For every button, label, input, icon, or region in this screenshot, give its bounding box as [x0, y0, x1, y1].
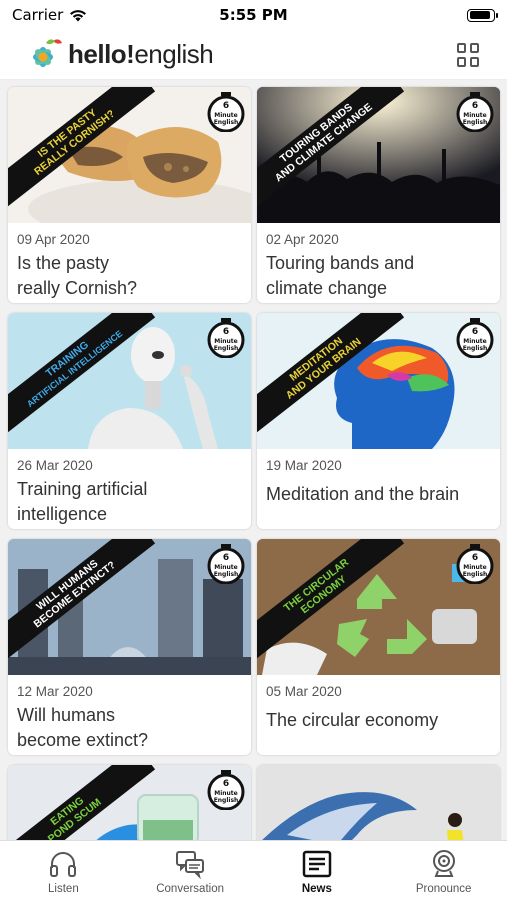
- svg-text:English: English: [463, 119, 488, 126]
- article-title: Is the pasty really Cornish?: [17, 253, 138, 298]
- article-date: 02 Apr 2020: [266, 232, 339, 247]
- svg-text:6: 6: [223, 327, 229, 337]
- svg-text:Minute: Minute: [463, 112, 487, 119]
- six-minute-english-badge-icon: 6 Minute English: [456, 318, 494, 358]
- bottom-tab-bar: Listen Conversation News Pronounce: [0, 840, 507, 900]
- status-time: 5:55 PM: [219, 6, 288, 24]
- svg-text:Minute: Minute: [214, 338, 238, 345]
- six-minute-english-badge-icon: 6 Minute English: [207, 544, 245, 584]
- wifi-icon: [70, 9, 87, 21]
- tab-news[interactable]: News: [254, 841, 381, 900]
- svg-text:Minute: Minute: [214, 790, 238, 797]
- news-feed[interactable]: IS THE PASTY REALLY CORNISH? 6 Minute En…: [0, 80, 507, 840]
- svg-text:Minute: Minute: [463, 338, 487, 345]
- news-card[interactable]: EATING POND SCUM 6 Minute English: [8, 765, 251, 840]
- six-minute-english-badge-icon: 6 Minute English: [456, 544, 494, 584]
- news-card[interactable]: IS THE PASTY REALLY CORNISH? 6 Minute En…: [8, 87, 251, 303]
- svg-text:English: English: [214, 797, 239, 804]
- news-card[interactable]: MEDITATION AND YOUR BRAIN 6 Minute Engli…: [257, 313, 500, 529]
- svg-text:Minute: Minute: [214, 564, 238, 571]
- chat-bubbles-icon: [176, 851, 205, 880]
- svg-text:English: English: [463, 345, 488, 352]
- tab-listen[interactable]: Listen: [0, 841, 127, 900]
- six-minute-english-badge-icon: 6 Minute English: [207, 770, 245, 810]
- svg-text:English: English: [214, 345, 239, 352]
- headphones-icon: [50, 852, 77, 877]
- news-card[interactable]: TOURING BANDS AND CLIMATE CHANGE 6 Minut…: [257, 87, 500, 303]
- svg-text:Minute: Minute: [463, 564, 487, 571]
- svg-text:6: 6: [223, 779, 229, 789]
- webcam-icon: [432, 850, 455, 877]
- article-date: 05 Mar 2020: [266, 684, 342, 699]
- app-header: hello!english: [0, 30, 507, 80]
- six-minute-english-badge-icon: 6 Minute English: [207, 92, 245, 132]
- article-date: 12 Mar 2020: [17, 684, 93, 699]
- svg-text:6: 6: [223, 553, 229, 563]
- article-date: 26 Mar 2020: [17, 458, 93, 473]
- svg-text:6: 6: [472, 553, 478, 563]
- article-title: Will humans become extinct?: [17, 705, 149, 750]
- article-date: 09 Apr 2020: [17, 232, 90, 247]
- svg-text:English: English: [214, 119, 239, 126]
- news-card[interactable]: TRAINING ARTIFICIAL INTELLIGENCE 6 Minut…: [8, 313, 251, 529]
- news-card[interactable]: THE CIRCULAR ECONOMY 6 Minute English 05…: [257, 539, 500, 755]
- news-card[interactable]: [257, 765, 500, 840]
- flower-logo-icon: [33, 38, 62, 67]
- news-card[interactable]: WILL HUMANS BECOME EXTINCT? 6 Minute Eng…: [8, 539, 251, 755]
- grid-view-icon[interactable]: [457, 42, 481, 67]
- svg-text:English: English: [463, 571, 488, 578]
- svg-text:6: 6: [472, 327, 478, 337]
- runner-wave-photo: [257, 765, 500, 840]
- article-date: 19 Mar 2020: [266, 458, 342, 473]
- tab-pronounce[interactable]: Pronounce: [380, 841, 507, 900]
- article-title: Training artificial intelligence: [17, 479, 148, 524]
- status-bar: Carrier 5:55 PM: [0, 0, 507, 30]
- tab-conversation[interactable]: Conversation: [127, 841, 254, 900]
- six-minute-english-badge-icon: 6 Minute English: [207, 318, 245, 358]
- carrier-label: Carrier: [12, 6, 64, 24]
- battery-icon: [467, 8, 498, 22]
- svg-text:6: 6: [472, 101, 478, 111]
- article-title: Meditation and the brain: [266, 484, 460, 504]
- svg-text:6: 6: [223, 101, 229, 111]
- svg-text:Minute: Minute: [214, 112, 238, 119]
- article-title: Touring bands and climate change: [266, 253, 415, 298]
- newspaper-icon: [302, 850, 332, 878]
- app-logo: hello!english: [26, 35, 214, 75]
- six-minute-english-badge-icon: 6 Minute English: [456, 92, 494, 132]
- svg-text:English: English: [214, 571, 239, 578]
- article-title: The circular economy: [266, 710, 439, 730]
